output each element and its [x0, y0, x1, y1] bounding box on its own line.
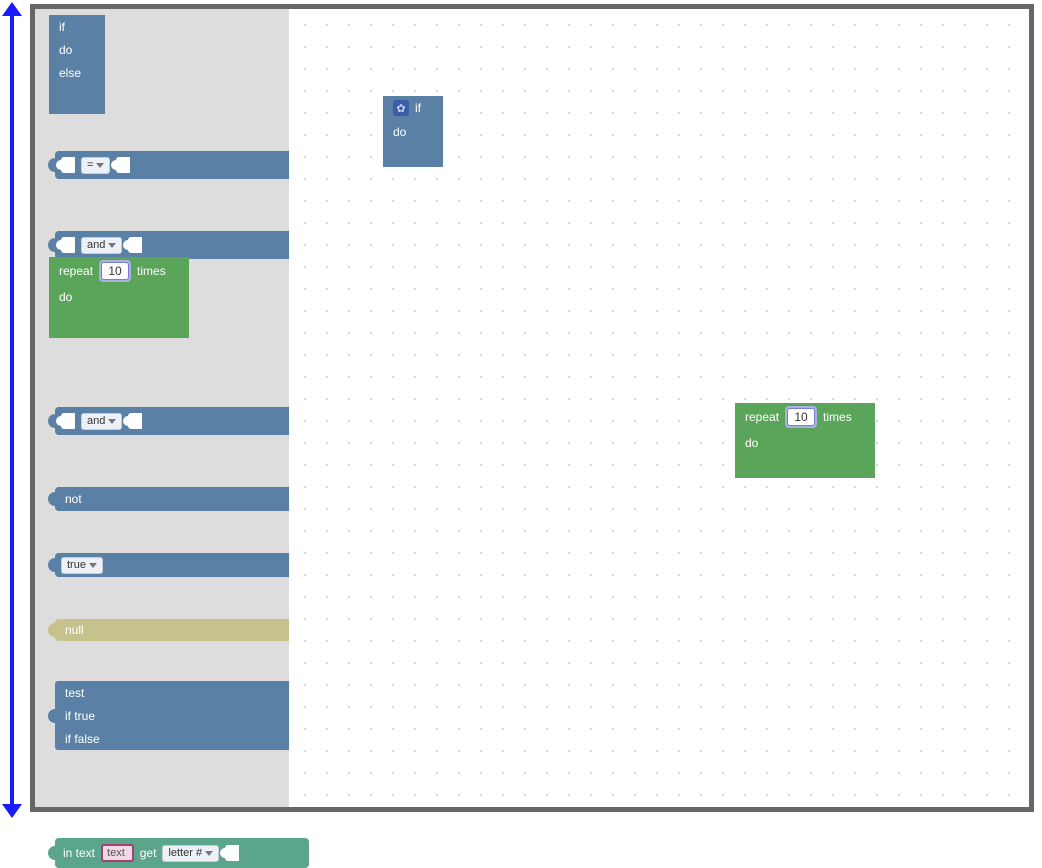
intext-label: in text	[63, 846, 95, 860]
compare-op-dropdown[interactable]: =	[81, 157, 110, 174]
compare-op-label: =	[87, 159, 93, 171]
ws-if-label: if	[415, 101, 421, 115]
and2-left-slot[interactable]	[61, 413, 75, 429]
and-right-slot[interactable]	[128, 237, 142, 253]
gear-icon[interactable]: ✿	[393, 100, 409, 116]
compare-right-slot[interactable]	[116, 157, 130, 173]
ws-repeat-label: repeat	[745, 410, 779, 424]
true-label: true	[67, 559, 86, 571]
iftrue-label: if true	[65, 709, 95, 723]
chevron-down-icon	[108, 419, 116, 424]
editor-frame: if do else =	[30, 4, 1034, 812]
and2-op-label: and	[87, 415, 105, 427]
do-label: do	[59, 43, 72, 57]
block-workspace[interactable]: ✿ if do repeat 10 times do	[289, 9, 1029, 807]
true-dropdown[interactable]: true	[61, 557, 103, 574]
workspace-block-repeat[interactable]: repeat 10 times do	[735, 403, 875, 478]
toolbox-block-ternary[interactable]: test if true if false	[55, 681, 309, 750]
intext-var-label: text	[107, 847, 125, 859]
not-label: not	[65, 492, 82, 506]
if-label: if	[59, 20, 65, 34]
chevron-down-icon	[96, 163, 104, 168]
toolbox-block-intext[interactable]: in text text get letter #	[55, 838, 309, 868]
ws-repeat-count-field[interactable]: 10	[787, 408, 815, 426]
iffalse-label: if false	[65, 732, 100, 746]
toolbox-block-if-else[interactable]: if do else	[49, 15, 105, 114]
and-op-dropdown[interactable]: and	[81, 237, 122, 254]
test-label: test	[65, 686, 84, 700]
toolbox-block-compare[interactable]: =	[55, 151, 309, 179]
block-toolbox[interactable]: if do else =	[35, 9, 289, 807]
vertical-extent-arrow	[10, 12, 14, 808]
chevron-down-icon	[205, 851, 213, 856]
and-op-label: and	[87, 239, 105, 251]
times-label: times	[137, 264, 166, 278]
toolbox-block-and[interactable]: and	[55, 231, 309, 259]
chevron-down-icon	[108, 243, 116, 248]
repeat-do-label: do	[59, 290, 72, 304]
ws-do-label: do	[393, 125, 406, 139]
intext-index-slot[interactable]	[225, 845, 239, 861]
ws-times-label: times	[823, 410, 852, 424]
toolbox-block-true[interactable]: true	[55, 553, 309, 577]
intext-get-label: get	[140, 846, 157, 860]
and2-op-dropdown[interactable]: and	[81, 413, 122, 430]
toolbox-block-repeat[interactable]: repeat 10 times do	[49, 257, 189, 338]
toolbox-block-null[interactable]: null	[55, 619, 309, 641]
intext-mode-dropdown[interactable]: letter #	[162, 845, 219, 862]
repeat-count-field[interactable]: 10	[101, 262, 129, 280]
null-label: null	[65, 623, 84, 637]
repeat-label: repeat	[59, 264, 93, 278]
and-left-slot[interactable]	[61, 237, 75, 253]
intext-var-dropdown[interactable]: text	[101, 844, 134, 862]
intext-mode-label: letter #	[168, 847, 202, 859]
compare-left-slot[interactable]	[61, 157, 75, 173]
and2-right-slot[interactable]	[128, 413, 142, 429]
toolbox-block-not[interactable]: not	[55, 487, 309, 511]
toolbox-block-and-2[interactable]: and	[55, 407, 309, 435]
else-label: else	[59, 66, 81, 80]
ws-repeat-do-label: do	[745, 436, 758, 450]
workspace-block-if[interactable]: ✿ if do	[383, 96, 443, 167]
chevron-down-icon	[89, 563, 97, 568]
